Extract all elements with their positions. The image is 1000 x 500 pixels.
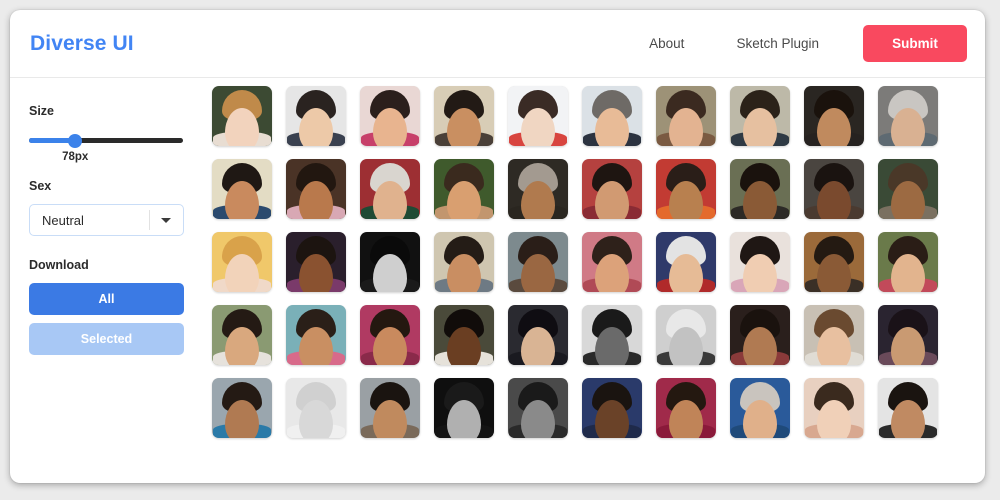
avatar-grid-wrap: [206, 78, 985, 482]
sex-select[interactable]: Neutral: [29, 204, 184, 236]
avatar-tile[interactable]: [730, 159, 790, 219]
avatar-tile[interactable]: [804, 378, 864, 438]
avatar-tile[interactable]: [582, 305, 642, 365]
avatar-tile[interactable]: [804, 86, 864, 146]
avatar-tile[interactable]: [878, 378, 938, 438]
main-nav: About Sketch Plugin Submit: [623, 25, 967, 62]
avatar-tile[interactable]: [878, 159, 938, 219]
brand-logo[interactable]: Diverse UI: [30, 32, 134, 56]
avatar-tile[interactable]: [360, 159, 420, 219]
avatar-tile[interactable]: [730, 305, 790, 365]
app-card: Diverse UI About Sketch Plugin Submit Si…: [10, 10, 985, 483]
avatar-tile[interactable]: [804, 159, 864, 219]
app-header: Diverse UI About Sketch Plugin Submit: [10, 10, 985, 78]
avatar-tile[interactable]: [434, 159, 494, 219]
size-value-label: 78px: [62, 151, 89, 163]
avatar-tile[interactable]: [212, 86, 272, 146]
avatar-tile[interactable]: [730, 86, 790, 146]
sex-field: Sex Neutral: [29, 179, 206, 236]
submit-button[interactable]: Submit: [863, 25, 967, 62]
avatar-tile[interactable]: [360, 378, 420, 438]
download-field: Download All Selected: [29, 258, 206, 355]
avatar-tile[interactable]: [434, 378, 494, 438]
avatar-tile[interactable]: [286, 232, 346, 292]
avatar-tile[interactable]: [508, 86, 568, 146]
nav-link-about[interactable]: About: [623, 36, 710, 51]
avatar-tile[interactable]: [582, 159, 642, 219]
sex-select-value: Neutral: [42, 212, 84, 228]
avatar-tile[interactable]: [804, 305, 864, 365]
avatar-tile[interactable]: [878, 232, 938, 292]
controls-sidebar: Size 78px Sex Neutral Download All Selec…: [10, 78, 206, 482]
download-selected-button[interactable]: Selected: [29, 323, 184, 355]
avatar-tile[interactable]: [730, 232, 790, 292]
avatar-tile[interactable]: [878, 305, 938, 365]
avatar-tile[interactable]: [212, 159, 272, 219]
size-field: Size 78px: [29, 104, 206, 163]
avatar-tile[interactable]: [286, 86, 346, 146]
avatar-tile[interactable]: [508, 232, 568, 292]
avatar-tile[interactable]: [582, 378, 642, 438]
avatar-tile[interactable]: [656, 232, 716, 292]
avatar-tile[interactable]: [656, 378, 716, 438]
download-all-button[interactable]: All: [29, 283, 184, 315]
slider-thumb[interactable]: [68, 133, 83, 148]
avatar-grid: [212, 86, 985, 438]
avatar-tile[interactable]: [804, 232, 864, 292]
avatar-tile[interactable]: [212, 232, 272, 292]
avatar-tile[interactable]: [286, 159, 346, 219]
avatar-tile[interactable]: [582, 232, 642, 292]
avatar-tile[interactable]: [212, 305, 272, 365]
size-slider[interactable]: 78px: [29, 129, 183, 163]
avatar-tile[interactable]: [286, 305, 346, 365]
app-body: Size 78px Sex Neutral Download All Selec…: [10, 78, 985, 482]
avatar-tile[interactable]: [360, 232, 420, 292]
avatar-tile[interactable]: [656, 159, 716, 219]
avatar-tile[interactable]: [360, 86, 420, 146]
avatar-tile[interactable]: [286, 378, 346, 438]
avatar-tile[interactable]: [508, 159, 568, 219]
download-label: Download: [29, 258, 89, 272]
nav-link-sketch-plugin[interactable]: Sketch Plugin: [710, 36, 845, 51]
avatar-tile[interactable]: [508, 305, 568, 365]
size-label: Size: [29, 104, 55, 118]
avatar-tile[interactable]: [212, 378, 272, 438]
avatar-tile[interactable]: [878, 86, 938, 146]
avatar-tile[interactable]: [360, 305, 420, 365]
avatar-tile[interactable]: [434, 232, 494, 292]
avatar-tile[interactable]: [656, 86, 716, 146]
avatar-tile[interactable]: [434, 86, 494, 146]
avatar-tile[interactable]: [730, 378, 790, 438]
avatar-tile[interactable]: [582, 86, 642, 146]
avatar-tile[interactable]: [508, 378, 568, 438]
select-divider: [149, 210, 150, 230]
chevron-down-icon[interactable]: [161, 218, 171, 223]
sex-label: Sex: [29, 179, 52, 193]
avatar-tile[interactable]: [656, 305, 716, 365]
avatar-tile[interactable]: [434, 305, 494, 365]
